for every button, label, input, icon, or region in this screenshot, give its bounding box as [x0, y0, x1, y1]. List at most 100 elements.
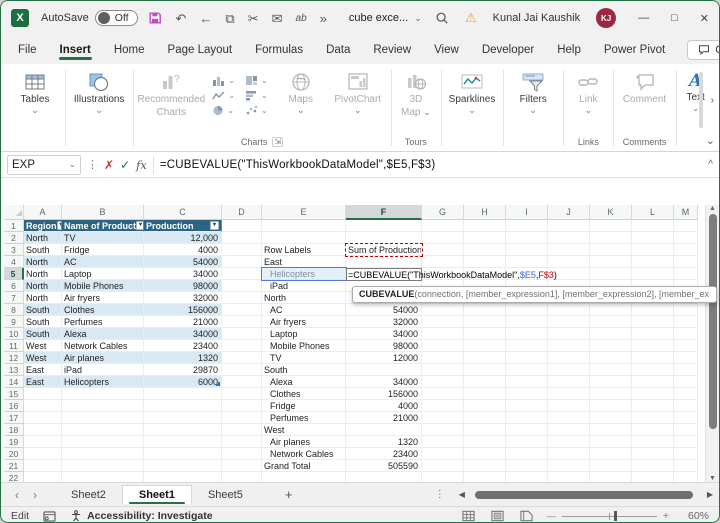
cell-F22[interactable]: [346, 472, 422, 482]
user-name[interactable]: Kunal Jai Kaushik: [493, 12, 580, 24]
cell-B14[interactable]: Helicopters: [62, 376, 144, 388]
tab-formulas[interactable]: Formulas: [254, 39, 304, 61]
cell-A4[interactable]: North: [24, 256, 62, 268]
row-header-1[interactable]: 1: [4, 220, 24, 232]
cell-I17[interactable]: [506, 412, 548, 424]
cell-L18[interactable]: [632, 424, 674, 436]
cell-J12[interactable]: [548, 352, 590, 364]
cell-J21[interactable]: [548, 460, 590, 472]
cell-I22[interactable]: [506, 472, 548, 482]
qat-overflow-icon[interactable]: »: [320, 12, 327, 25]
cell-D7[interactable]: [222, 292, 262, 304]
cell-B3[interactable]: Fridge: [62, 244, 144, 256]
cell-L3[interactable]: [632, 244, 674, 256]
cell-F9[interactable]: 32000: [346, 316, 422, 328]
cell-G22[interactable]: [422, 472, 464, 482]
treemap-chart-button[interactable]: ⌄: [245, 75, 268, 86]
cell-J4[interactable]: [548, 256, 590, 268]
cell-H12[interactable]: [464, 352, 506, 364]
cell-L14[interactable]: [632, 376, 674, 388]
cell-B13[interactable]: iPad: [62, 364, 144, 376]
cell-I19[interactable]: [506, 436, 548, 448]
column-header-F[interactable]: F: [346, 205, 422, 220]
copy-icon[interactable]: ⧉: [225, 12, 234, 25]
cell-M11[interactable]: [674, 340, 698, 352]
cell-H1[interactable]: [464, 220, 506, 232]
cell-F21[interactable]: 505590: [346, 460, 422, 472]
tab-insert[interactable]: Insert: [59, 39, 92, 61]
cell-C7[interactable]: 32000: [144, 292, 222, 304]
cell-A13[interactable]: East: [24, 364, 62, 376]
pie-chart-button[interactable]: ⌄: [212, 105, 235, 116]
cell-M10[interactable]: [674, 328, 698, 340]
cell-M3[interactable]: [674, 244, 698, 256]
cell-B18[interactable]: [62, 424, 144, 436]
scroll-down-icon[interactable]: ▼: [709, 475, 716, 482]
cell-H16[interactable]: [464, 400, 506, 412]
cell-E20[interactable]: Network Cables: [262, 448, 346, 460]
cell-E21[interactable]: Grand Total: [262, 460, 346, 472]
cell-B2[interactable]: TV: [62, 232, 144, 244]
cell-A21[interactable]: [24, 460, 62, 472]
cell-D16[interactable]: [222, 400, 262, 412]
cell-C17[interactable]: [144, 412, 222, 424]
column-header-J[interactable]: J: [548, 205, 590, 220]
cell-E13[interactable]: South: [262, 364, 346, 376]
cell-H18[interactable]: [464, 424, 506, 436]
cell-H21[interactable]: [464, 460, 506, 472]
cell-C2[interactable]: 12,000: [144, 232, 222, 244]
cell-M9[interactable]: [674, 316, 698, 328]
insert-function-button[interactable]: fx: [136, 158, 147, 172]
cell-F4[interactable]: [346, 256, 422, 268]
tables-button[interactable]: Tables ⌄: [8, 65, 62, 113]
cell-K8[interactable]: [590, 304, 632, 316]
cell-A1[interactable]: Region▾: [24, 220, 62, 232]
select-all-corner[interactable]: ◢: [4, 205, 24, 220]
cell-J11[interactable]: [548, 340, 590, 352]
cell-F17[interactable]: 21000: [346, 412, 422, 424]
cell-M5[interactable]: [674, 268, 698, 280]
bar-chart-button[interactable]: ⌄: [245, 90, 268, 101]
cell-H13[interactable]: [464, 364, 506, 376]
cell-G3[interactable]: [422, 244, 464, 256]
zoom-level[interactable]: 60%: [683, 510, 709, 522]
cell-B10[interactable]: Alexa: [62, 328, 144, 340]
page-layout-view-button[interactable]: [491, 510, 504, 522]
cell-B20[interactable]: [62, 448, 144, 460]
cell-M2[interactable]: [674, 232, 698, 244]
cell-L19[interactable]: [632, 436, 674, 448]
cell-B15[interactable]: [62, 388, 144, 400]
cell-C20[interactable]: [144, 448, 222, 460]
column-header-L[interactable]: L: [632, 205, 674, 220]
row-header-13[interactable]: 13: [4, 364, 24, 376]
cell-A16[interactable]: [24, 400, 62, 412]
search-icon[interactable]: [435, 11, 449, 25]
zoom-out-icon[interactable]: —: [547, 511, 556, 521]
cell-M1[interactable]: [674, 220, 698, 232]
cell-A15[interactable]: [24, 388, 62, 400]
cell-I13[interactable]: [506, 364, 548, 376]
horizontal-scroll-thumb[interactable]: [475, 491, 693, 499]
close-button[interactable]: ✕: [700, 12, 709, 25]
cell-A12[interactable]: West: [24, 352, 62, 364]
cell-G18[interactable]: [422, 424, 464, 436]
cell-L8[interactable]: [632, 304, 674, 316]
cell-B6[interactable]: Mobile Phones: [62, 280, 144, 292]
cell-A5[interactable]: North: [24, 268, 62, 280]
cell-B17[interactable]: [62, 412, 144, 424]
row-header-11[interactable]: 11: [4, 340, 24, 352]
minimize-button[interactable]: —: [638, 12, 649, 24]
cell-D18[interactable]: [222, 424, 262, 436]
cell-F10[interactable]: 34000: [346, 328, 422, 340]
cell-C19[interactable]: [144, 436, 222, 448]
row-header-2[interactable]: 2: [4, 232, 24, 244]
cell-D12[interactable]: [222, 352, 262, 364]
row-header-20[interactable]: 20: [4, 448, 24, 460]
cell-H17[interactable]: [464, 412, 506, 424]
next-sheet-icon[interactable]: ›: [33, 488, 37, 502]
cell-D5[interactable]: [222, 268, 262, 280]
editing-cell-formula-text[interactable]: =CUBEVALUE("ThisWorkbookDataModel",$E5,F…: [348, 268, 557, 281]
cell-M4[interactable]: [674, 256, 698, 268]
cell-K13[interactable]: [590, 364, 632, 376]
zoom-in-icon[interactable]: +: [663, 510, 669, 522]
